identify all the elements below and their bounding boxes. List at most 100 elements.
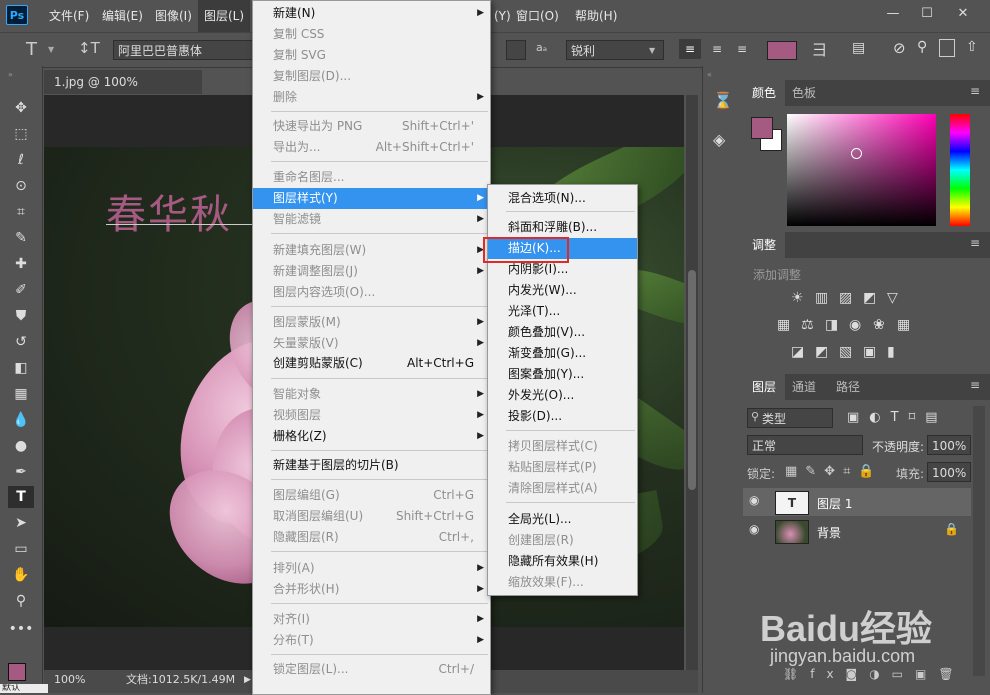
panel-menu-icon[interactable]: ≡ (970, 84, 980, 98)
marquee-tool-icon[interactable]: ⬚ (8, 123, 34, 145)
menu-item-new[interactable]: 新建(N) ▶ (253, 3, 490, 24)
levels-icon[interactable]: ▥ (815, 290, 835, 306)
menu-item-video-layers[interactable]: 视频图层 ▶ (253, 405, 490, 426)
gradient-map-icon[interactable]: ▮ (887, 344, 907, 360)
menu-item-color-overlay[interactable]: 颜色叠加(V)... (488, 322, 637, 343)
posterize-icon[interactable]: ◩ (815, 344, 835, 360)
menu-help[interactable]: 帮助(H) (569, 0, 623, 32)
menu-item-arrange[interactable]: 排列(A) ▶ (253, 558, 490, 579)
menu-item-drop-shadow[interactable]: 投影(D)... (488, 406, 637, 427)
menu-item-outer-glow[interactable]: 外发光(O)... (488, 385, 637, 406)
opacity-input[interactable]: 100% (927, 435, 971, 455)
menu-item-hide-layers[interactable]: 隐藏图层(R) Ctrl+, (253, 527, 490, 548)
menu-item-scale-effects[interactable]: 缩放效果(F)... (488, 572, 637, 593)
color-field[interactable] (787, 114, 936, 226)
workspace-icon[interactable] (939, 39, 955, 57)
gradient-tool-icon[interactable]: ▦ (8, 383, 34, 405)
menu-item-new-fill-layer[interactable]: 新建填充图层(W) ▶ (253, 240, 490, 261)
zoom-level[interactable]: 100% (54, 670, 85, 690)
menu-item-ungroup-layers[interactable]: 取消图层编组(U) Shift+Ctrl+G (253, 506, 490, 527)
healing-tool-icon[interactable]: ✚ (8, 253, 34, 275)
layers-footer-icons[interactable]: ⛓fx◙◑▭▣🗑 (783, 667, 966, 681)
blend-mode-select[interactable]: 正常 (747, 435, 863, 455)
menu-item-rasterize[interactable]: 栅格化(Z) ▶ (253, 426, 490, 447)
menu-item-new-adjustment-layer[interactable]: 新建调整图层(J) ▶ (253, 261, 490, 282)
close-icon[interactable]: ✕ (946, 0, 980, 28)
menu-item-satin[interactable]: 光泽(T)... (488, 301, 637, 322)
menu-item-pattern-overlay[interactable]: 图案叠加(Y)... (488, 364, 637, 385)
doc-info[interactable]: 文档:1012.5K/1.49M (126, 670, 235, 690)
stamp-tool-icon[interactable]: ⛊ (8, 305, 34, 327)
blur-tool-icon[interactable]: 💧 (8, 409, 34, 431)
menu-item-copy-svg[interactable]: 复制 SVG (253, 45, 490, 66)
scrollbar-thumb[interactable] (688, 270, 696, 490)
collapse-panels-icon[interactable]: « (707, 70, 712, 79)
menu-item-rename-layer[interactable]: 重命名图层... (253, 167, 490, 188)
align-right-icon[interactable]: ≡ (731, 39, 753, 59)
menu-item-gradient-overlay[interactable]: 渐变叠加(G)... (488, 343, 637, 364)
align-center-icon[interactable]: ≡ (706, 39, 728, 59)
warp-text-icon[interactable]: ⺕ (812, 39, 827, 60)
quick-select-tool-icon[interactable]: ⊙ (8, 175, 34, 197)
menu-item-lock-layers[interactable]: 锁定图层(L)... Ctrl+/ (253, 659, 490, 680)
menu-item-delete[interactable]: 删除 ▶ (253, 87, 490, 108)
hue-saturation-icon[interactable]: ▦ (777, 317, 797, 333)
menu-item-layer-content-options[interactable]: 图层内容选项(O)... (253, 282, 490, 303)
align-left-icon[interactable]: ≡ (679, 39, 701, 59)
chevron-right-icon[interactable]: ▶ (244, 670, 251, 690)
chevron-down-icon[interactable]: ▼ (48, 45, 54, 54)
minimize-icon[interactable]: — (876, 0, 910, 28)
history-panel-icon[interactable]: ⌛ (713, 91, 733, 110)
curves-icon[interactable]: ▨ (839, 290, 859, 306)
layer-filter-kind[interactable]: 类型 (747, 408, 833, 428)
move-tool-icon[interactable]: ✥ (8, 97, 34, 119)
menu-item-bevel-emboss[interactable]: 斜面和浮雕(B)... (488, 217, 637, 238)
invert-icon[interactable]: ◪ (791, 344, 811, 360)
path-select-tool-icon[interactable]: ➤ (8, 512, 34, 534)
text-color-swatch[interactable] (767, 41, 797, 60)
menu-item-group-layers[interactable]: 图层编组(G) Ctrl+G (253, 485, 490, 506)
menu-item-copy-layer-style[interactable]: 拷贝图层样式(C) (488, 436, 637, 457)
menu-item-quick-export-png[interactable]: 快速导出为 PNG Shift+Ctrl+' (253, 116, 490, 137)
tab-channels[interactable]: 通道 (783, 374, 825, 400)
menu-item-paste-layer-style[interactable]: 粘贴图层样式(P) (488, 457, 637, 478)
menu-item-align[interactable]: 对齐(I) ▶ (253, 609, 490, 630)
history-brush-tool-icon[interactable]: ↺ (8, 331, 34, 353)
exposure-icon[interactable]: ◩ (863, 290, 883, 306)
foreground-color-swatch[interactable] (8, 663, 26, 681)
menu-layer[interactable]: 图层(L) (198, 0, 251, 32)
lasso-tool-icon[interactable]: ℓ (8, 149, 34, 171)
layer-row-text[interactable]: ◉ T 图层 1 (743, 488, 971, 516)
eye-icon[interactable]: ◉ (749, 522, 759, 536)
black-white-icon[interactable]: ◨ (825, 317, 845, 333)
vibrance-icon[interactable]: ▽ (887, 290, 907, 306)
menu-item-inner-glow[interactable]: 内发光(W)... (488, 280, 637, 301)
menu-file[interactable]: 文件(F) (43, 0, 95, 32)
eye-icon[interactable]: ◉ (749, 493, 759, 507)
crop-tool-icon[interactable]: ⌗ (8, 201, 34, 223)
orientation-toggle-icon[interactable]: ↕T (78, 39, 100, 57)
canvas-text-layer[interactable]: 春华秋 (106, 182, 232, 240)
menu-item-clear-layer-style[interactable]: 清除图层样式(A) (488, 478, 637, 499)
menu-item-blending-options[interactable]: 混合选项(N)... (488, 188, 637, 209)
menu-item-smart-object[interactable]: 智能对象 ▶ (253, 384, 490, 405)
menu-item-copy-css[interactable]: 复制 CSS (253, 24, 490, 45)
tab-paths[interactable]: 路径 (827, 374, 869, 400)
layer-name[interactable]: 图层 1 (817, 495, 852, 512)
font-family-select[interactable]: 阿里巴巴普惠体 (113, 40, 253, 60)
cancel-icon[interactable]: ⊘ (893, 39, 906, 57)
menu-window[interactable]: 窗口(O) (510, 0, 565, 32)
menu-item-duplicate-layer[interactable]: 复制图层(D)... (253, 66, 490, 87)
menu-item-create-layers[interactable]: 创建图层(R) (488, 530, 637, 551)
menu-item-vector-mask[interactable]: 矢量蒙版(V) ▶ (253, 333, 490, 354)
eraser-tool-icon[interactable]: ◧ (8, 357, 34, 379)
tab-swatches[interactable]: 色板 (783, 80, 825, 106)
panel-menu-icon[interactable]: ≡ (970, 378, 980, 392)
menu-image[interactable]: 图像(I) (149, 0, 198, 32)
channel-mixer-icon[interactable]: ❀ (873, 317, 893, 333)
menu-item-create-clipping-mask[interactable]: 创建剪贴蒙版(C) Alt+Ctrl+G (253, 353, 490, 374)
selective-color-icon[interactable]: ▣ (863, 344, 883, 360)
panel-menu-icon[interactable]: ≡ (970, 236, 980, 250)
menu-item-new-layer-based-slice[interactable]: 新建基于图层的切片(B) (253, 455, 490, 476)
color-balance-icon[interactable]: ⚖ (801, 317, 821, 333)
